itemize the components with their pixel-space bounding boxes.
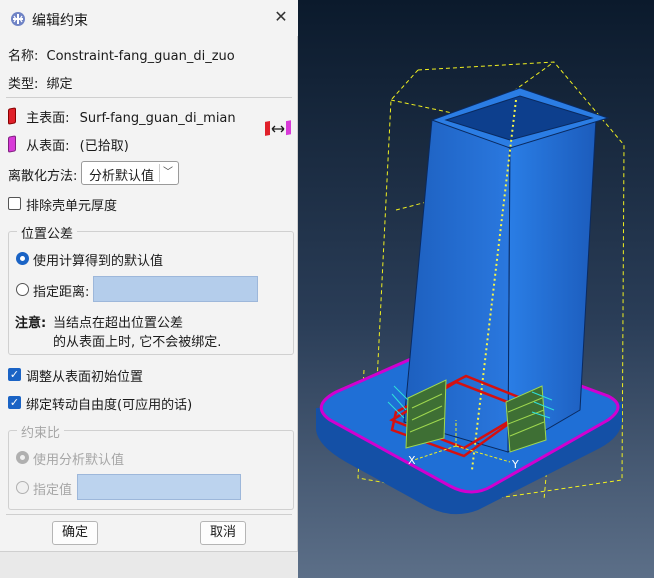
- master-surface-label: 主表面:: [26, 111, 70, 126]
- slave-surface-label: 从表面:: [26, 139, 70, 154]
- discretization-value: 分析默认值: [89, 169, 155, 184]
- cancel-button[interactable]: 取消: [200, 521, 246, 545]
- discretization-label: 离散化方法:: [8, 169, 78, 184]
- constraint-ratio-group: 约束比 使用分析默认值 指定值: [8, 422, 294, 510]
- ratio-specify-input[interactable]: [77, 474, 241, 500]
- specify-distance-label: 指定距离:: [33, 285, 90, 300]
- dialog-title: 编辑约束: [32, 13, 88, 29]
- position-tolerance-title: 位置公差: [17, 223, 78, 242]
- position-tolerance-group: 位置公差 使用计算得到的默认值 指定距离: 注意: 当结点在超出位置公差 的从表…: [8, 223, 294, 355]
- ratio-specify-radio[interactable]: [16, 481, 29, 494]
- tie-rotation-checkbox[interactable]: ✓: [8, 396, 21, 409]
- note-label: 注意:: [15, 316, 47, 331]
- constraint-ratio-title: 约束比: [17, 422, 65, 441]
- use-computed-label: 使用计算得到的默认值: [33, 254, 164, 269]
- close-icon[interactable]: ✕: [270, 6, 292, 28]
- name-value: Constraint-fang_guan_di_zuo: [46, 49, 235, 64]
- ratio-default-radio[interactable]: [16, 451, 29, 464]
- use-computed-radio[interactable]: [16, 252, 29, 265]
- divider: [6, 97, 292, 98]
- divider: [6, 514, 292, 515]
- edit-constraint-dialog: 编辑约束 ✕ 名称: Constraint-fang_guan_di_zuo 类…: [0, 0, 298, 552]
- name-row: 名称: Constraint-fang_guan_di_zuo: [8, 45, 235, 64]
- model-canvas: X Y: [296, 0, 658, 578]
- master-surface-row: 主表面: Surf-fang_guan_di_mian: [8, 107, 236, 126]
- note-line-2: 的从表面上时, 它不会被绑定.: [53, 335, 222, 350]
- slave-surface-value: (已拾取): [79, 139, 129, 154]
- master-surface-value: Surf-fang_guan_di_mian: [79, 111, 236, 126]
- specify-distance-input[interactable]: [93, 276, 258, 302]
- name-label: 名称:: [8, 49, 39, 64]
- model-viewport[interactable]: X Y: [296, 0, 658, 578]
- constraint-icon: [11, 12, 25, 26]
- tie-rotation-label: 绑定转动自由度(可应用的话): [26, 398, 193, 413]
- swap-surfaces-icon[interactable]: [264, 120, 292, 138]
- ratio-specify-label: 指定值: [33, 483, 73, 498]
- master-surface-icon: [8, 107, 16, 125]
- note-line-1: 当结点在超出位置公差: [53, 316, 184, 331]
- specify-distance-radio[interactable]: [16, 283, 29, 296]
- slave-surface-row: 从表面: (已拾取): [8, 135, 129, 154]
- type-row: 类型: 绑定: [8, 73, 73, 92]
- exclude-shell-checkbox[interactable]: [8, 197, 21, 210]
- chevron-down-icon: ﹀: [159, 164, 176, 182]
- adjust-slave-checkbox[interactable]: ✓: [8, 368, 21, 381]
- ok-button[interactable]: 确定: [52, 521, 98, 545]
- background-strip: [0, 552, 298, 578]
- ratio-default-label: 使用分析默认值: [33, 453, 125, 468]
- type-label: 类型:: [8, 77, 39, 92]
- type-value: 绑定: [46, 77, 73, 92]
- discretization-select[interactable]: 分析默认值 ﹀: [81, 161, 179, 185]
- axis-x-label: X: [408, 454, 416, 467]
- exclude-shell-label: 排除壳单元厚度: [26, 199, 118, 214]
- dialog-titlebar[interactable]: 编辑约束 ✕: [0, 0, 298, 36]
- slave-surface-icon: [8, 135, 16, 153]
- axis-y-label: Y: [511, 458, 519, 471]
- adjust-slave-label: 调整从表面初始位置: [26, 370, 144, 385]
